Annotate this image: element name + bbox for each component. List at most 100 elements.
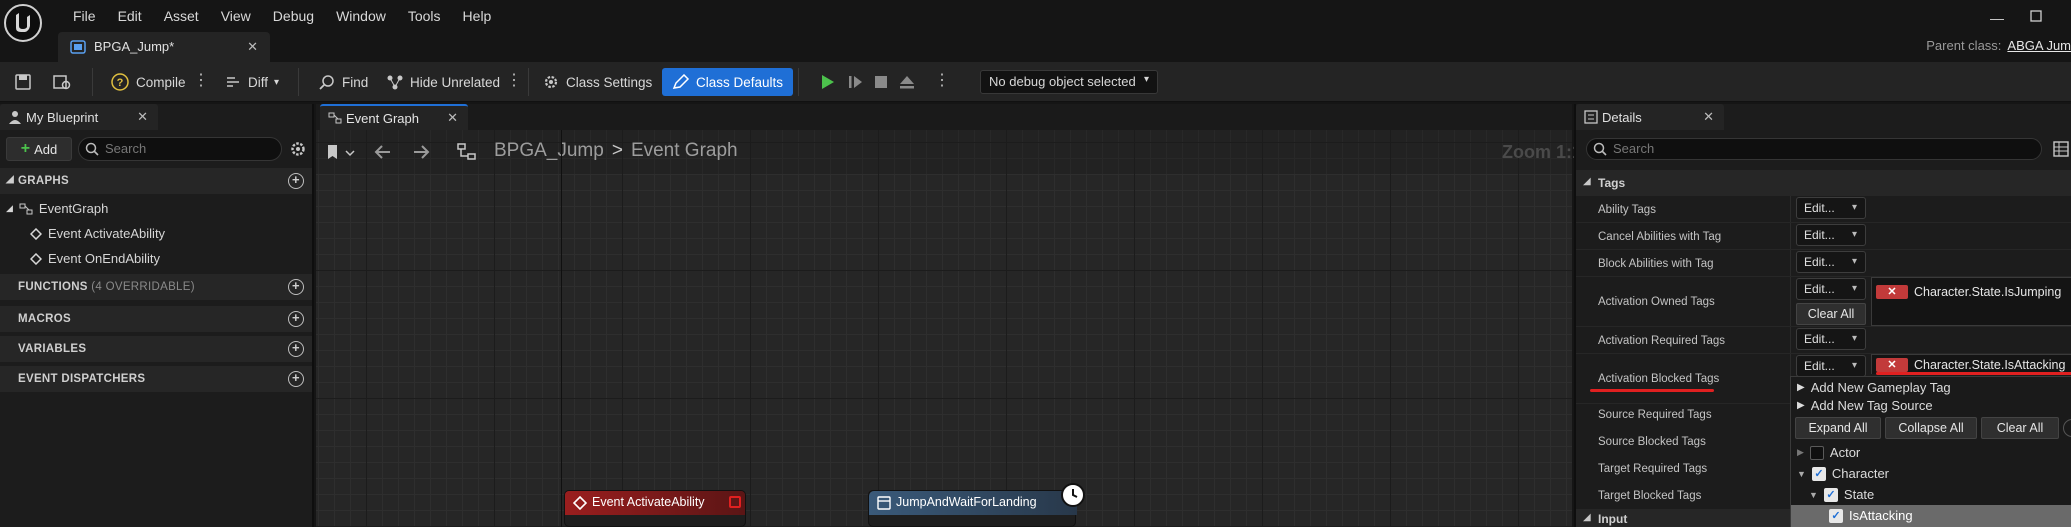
menu-debug[interactable]: Debug: [262, 6, 325, 26]
character-checkbox[interactable]: ✓: [1811, 466, 1826, 481]
back-arrow-icon[interactable]: [372, 142, 394, 162]
save-icon[interactable]: [8, 68, 38, 96]
close-tab-icon[interactable]: ✕: [247, 39, 258, 55]
input-section-header[interactable]: ◢ Input: [1576, 509, 1790, 527]
my-blueprint-tab[interactable]: My Blueprint ✕: [0, 104, 158, 130]
plus-icon: +: [20, 140, 31, 157]
add-function-icon[interactable]: +: [288, 279, 304, 295]
class-settings-button[interactable]: Class Settings: [536, 68, 658, 96]
functions-section-header[interactable]: FUNCTIONS (4 OVERRIDABLE) +: [0, 274, 312, 300]
add-variable-icon[interactable]: +: [288, 341, 304, 357]
chevron-down-icon: ▾: [1851, 360, 1857, 371]
document-tab[interactable]: BPGA_Jump* ✕: [58, 32, 270, 62]
variables-section-header[interactable]: VARIABLES +: [0, 336, 312, 362]
tags-section-header[interactable]: ◢ Tags: [1576, 170, 2071, 196]
actor-checkbox[interactable]: [1809, 445, 1824, 460]
cancel-abilities-edit-button[interactable]: Edit... ▾: [1796, 224, 1866, 246]
close-panel-icon[interactable]: ✕: [1703, 109, 1714, 125]
tag-tree-actor[interactable]: ▶ Actor: [1797, 445, 1860, 460]
ability-tags-label: Ability Tags: [1598, 204, 1656, 216]
unreal-logo-icon[interactable]: [4, 4, 42, 42]
bookmark-icon[interactable]: [324, 142, 360, 164]
activation-required-edit-button[interactable]: Edit... ▾: [1796, 328, 1866, 350]
add-button[interactable]: + Add: [6, 137, 72, 161]
add-tag-source-row[interactable]: ▶ Add New Tag Source: [1797, 398, 1933, 413]
hide-unrelated-options-icon[interactable]: ⋮: [506, 73, 522, 89]
find-button[interactable]: Find: [312, 68, 374, 96]
activation-owned-clear-all-button[interactable]: Clear All: [1796, 303, 1866, 325]
clear-all-button[interactable]: Clear All: [1981, 417, 2059, 439]
tag-state-label: State: [1843, 487, 1875, 502]
jump-and-wait-node[interactable]: JumpAndWaitForLanding: [868, 483, 1085, 527]
event-delegate-pin[interactable]: [729, 496, 741, 508]
play-button[interactable]: [812, 68, 842, 96]
event-on-end-ability-item[interactable]: Event OnEndAbility: [30, 251, 160, 266]
parent-class-link[interactable]: ABGA Jum: [2007, 38, 2071, 53]
menu-window[interactable]: Window: [325, 6, 397, 26]
event-graph-item[interactable]: ◢ EventGraph: [6, 201, 108, 216]
breadcrumb-root[interactable]: BPGA_Jump: [494, 140, 604, 162]
block-abilities-edit-button[interactable]: Edit... ▾: [1796, 251, 1866, 273]
add-graph-icon[interactable]: +: [288, 173, 304, 189]
details-search-input[interactable]: Search: [1586, 138, 2042, 160]
compile-button[interactable]: ? Compile: [104, 68, 192, 96]
menu-tools[interactable]: Tools: [397, 6, 452, 26]
play-options-icon[interactable]: ⋮: [934, 73, 950, 89]
macros-section-header[interactable]: MACROS +: [0, 306, 312, 332]
clear-all-label: Clear All: [1996, 421, 2044, 435]
block-abilities-label: Block Abilities with Tag: [1598, 258, 1714, 270]
tag-tree-character[interactable]: ▼ ✓ Character: [1797, 466, 1889, 481]
eject-button[interactable]: [892, 68, 922, 96]
scroll-handle[interactable]: [2063, 419, 2071, 437]
tag-tree-state[interactable]: ▼ ✓ State: [1809, 487, 1874, 502]
menu-view[interactable]: View: [210, 6, 262, 26]
class-defaults-button[interactable]: Class Defaults: [662, 68, 794, 96]
is-attacking-checkbox[interactable]: ✓: [1829, 508, 1843, 523]
graphs-section-header[interactable]: ◢ GRAPHS +: [0, 168, 312, 194]
expand-all-button[interactable]: Expand All: [1795, 417, 1881, 439]
menu-help[interactable]: Help: [452, 6, 503, 26]
event-activate-ability-node[interactable]: Event ActivateAbility: [564, 490, 746, 527]
event-dispatchers-section-header[interactable]: EVENT DISPATCHERS +: [0, 366, 312, 392]
activation-owned-edit-button[interactable]: Edit... ▾: [1796, 278, 1866, 300]
maximize-icon[interactable]: [2030, 10, 2042, 22]
minimize-icon[interactable]: —: [1990, 10, 2004, 26]
compile-options-icon[interactable]: ⋮: [193, 73, 209, 89]
menu-file[interactable]: File: [62, 6, 107, 26]
add-macro-icon[interactable]: +: [288, 311, 304, 327]
tag-tree-is-attacking[interactable]: ✓ IsAttacking: [1829, 508, 1913, 523]
ability-tags-edit-button[interactable]: Edit... ▾: [1796, 197, 1866, 219]
collapse-all-button[interactable]: Collapse All: [1885, 417, 1977, 439]
forward-arrow-icon[interactable]: [410, 142, 432, 162]
close-panel-icon[interactable]: ✕: [137, 109, 148, 125]
blueprint-search-input[interactable]: Search: [78, 137, 282, 161]
view-options-icon[interactable]: [2052, 140, 2070, 158]
state-checkbox[interactable]: ✓: [1823, 487, 1838, 502]
menu-asset[interactable]: Asset: [153, 6, 210, 26]
hide-unrelated-icon: [386, 73, 404, 91]
close-tab-icon[interactable]: ✕: [447, 110, 458, 126]
add-gameplay-tag-row[interactable]: ▶ Add New Gameplay Tag: [1797, 380, 1951, 395]
svg-text:?: ?: [117, 77, 124, 89]
graph-canvas[interactable]: [316, 130, 1572, 527]
details-tab[interactable]: Details ✕: [1576, 104, 1724, 130]
remove-tag-icon[interactable]: ✕: [1876, 358, 1908, 372]
my-blueprint-icon: [8, 110, 22, 124]
event-activate-ability-item[interactable]: Event ActivateAbility: [30, 226, 165, 241]
event-graph-tab[interactable]: Event Graph ✕: [320, 104, 468, 130]
settings-gear-icon[interactable]: [289, 140, 307, 158]
debug-object-select[interactable]: No debug object selected ▾: [980, 70, 1158, 94]
menu-edit[interactable]: Edit: [107, 6, 153, 26]
variables-header-label: VARIABLES: [18, 343, 87, 355]
remove-tag-icon[interactable]: ✕: [1876, 285, 1908, 299]
diff-button[interactable]: Diff ▾: [218, 68, 285, 96]
my-blueprint-tab-label: My Blueprint: [26, 110, 99, 125]
tag-picker-popup: ▶ Add New Gameplay Tag ▶ Add New Tag Sou…: [1790, 376, 2071, 527]
browse-icon[interactable]: [46, 68, 78, 96]
graph-hierarchy-icon[interactable]: [456, 142, 478, 162]
edit-label: Edit...: [1804, 282, 1835, 296]
hide-unrelated-button[interactable]: Hide Unrelated: [380, 68, 506, 96]
add-event-dispatcher-icon[interactable]: +: [288, 371, 304, 387]
activation-blocked-edit-button[interactable]: Edit... ▾: [1796, 355, 1866, 377]
menu-bar: File Edit Asset View Debug Window Tools …: [0, 0, 2071, 42]
